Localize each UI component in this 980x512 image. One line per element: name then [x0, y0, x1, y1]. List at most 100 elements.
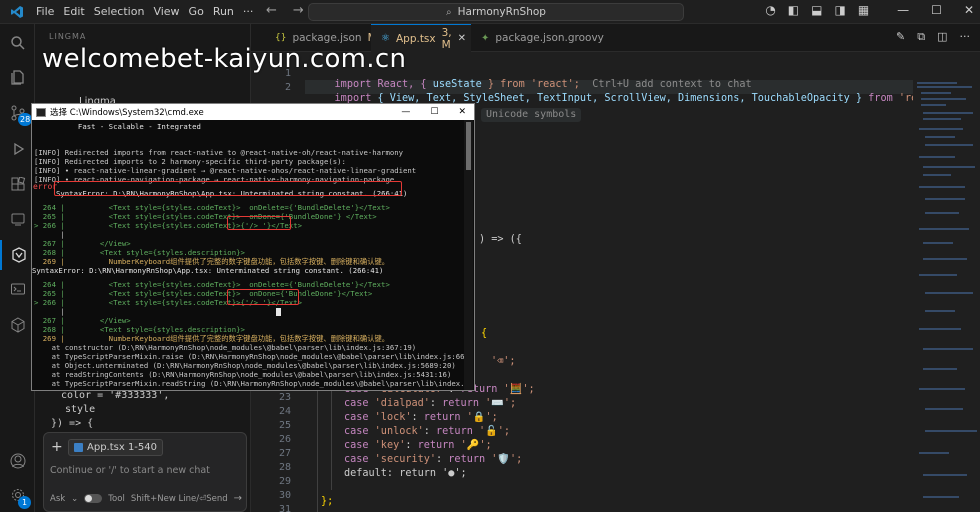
case-value: '🔒'; [466, 412, 498, 423]
title-right-actions: ◔ ◧ ⬓ ◨ ▦ — ☐ ✕ [765, 3, 974, 17]
case-value: '🔓'; [478, 426, 511, 437]
context-file-chip[interactable]: App.tsx 1-540 [68, 439, 163, 456]
send-hint: Shift+New Line/⏎Send [130, 493, 228, 504]
cmd-maximize-icon[interactable]: ☐ [430, 107, 438, 117]
cmd-title-text: 选择 C:\Windows\System32\cmd.exe [50, 108, 204, 118]
cube-extension-icon[interactable] [0, 310, 35, 340]
chevron-down-icon[interactable]: ⌄ [71, 494, 78, 504]
minimap[interactable] [913, 52, 980, 512]
case-key: 'lock' [374, 412, 412, 423]
activity-bar: 28 1 [0, 24, 35, 512]
line-number: 30 [278, 490, 291, 501]
menu-edit[interactable]: Edit [63, 5, 93, 18]
lingma-icon[interactable] [0, 240, 35, 270]
search-icon: ⌕ [446, 6, 452, 18]
code-fragment-delete: '⌫'; [491, 356, 516, 367]
compare-icon[interactable]: ⧉ [917, 30, 925, 44]
terminal-icon[interactable] [0, 274, 35, 304]
sidebar-code-line: color = '#333333', [61, 390, 170, 401]
toggle-panel-icon[interactable]: ⬓ [811, 3, 822, 17]
minimize-icon[interactable]: — [897, 3, 909, 17]
extensions-icon[interactable] [0, 170, 35, 200]
cmd-minimize-icon[interactable]: — [401, 107, 410, 117]
menu-file[interactable]: File [34, 5, 63, 18]
default-line: default: return '●'; [344, 468, 467, 479]
sidebar-code-line: style [65, 404, 96, 415]
menu-selection[interactable]: Selection [94, 5, 154, 18]
chat-input[interactable]: Continue or '/' to start a new chat [50, 465, 210, 476]
search-icon[interactable] [0, 28, 35, 58]
title-bar: File Edit Selection View Go Run ··· ← → … [0, 0, 980, 24]
copilot-icon[interactable]: ◔ [765, 3, 775, 17]
menu-more[interactable]: ··· [243, 5, 263, 18]
cmd-window[interactable]: 选择 C:\Windows\System32\cmd.exe — ☐ ✕ Fas… [31, 103, 475, 391]
cmd-line: 267 | </View> [34, 239, 131, 248]
cmd-line: SyntaxError: D:\RN\HarmonyRnShop\App.tsx… [32, 266, 384, 275]
toggle-secondary-sidebar-icon[interactable]: ◨ [834, 3, 845, 17]
text-cursor [276, 308, 281, 316]
close-tab-icon[interactable]: ✕ [458, 33, 466, 44]
editor-actions: ✎ ⧉ ◫ ··· [896, 30, 970, 44]
unicode-symbols-hint: Unicode symbols [481, 108, 582, 122]
watermark-text: welcomebet-kaiyun.com.cn [42, 44, 407, 74]
case-value: '🔑'; [460, 440, 492, 451]
tab-package-json-groovy[interactable]: ✦ package.json.groovy [471, 24, 614, 52]
cmd-output[interactable]: Fast - Scalable - Integrated [INFO] Redi… [32, 120, 464, 390]
case-line: case 'lock': return '🔒'; [344, 412, 498, 423]
sidebar-code-line: }) => { [51, 418, 94, 429]
mode-select[interactable]: Ask [50, 494, 65, 504]
tab-status: 3, M [441, 26, 452, 51]
edit-pencil-icon[interactable]: ✎ [896, 30, 905, 44]
menu-go[interactable]: Go [189, 5, 213, 18]
forward-arrow-icon[interactable]: → [293, 3, 304, 18]
cmd-line: at Object.unterminated (D:\RN\HarmonyRnS… [34, 361, 456, 370]
code-fragment-arrow: ) => ({ [479, 234, 522, 245]
cmd-scrollbar[interactable] [464, 120, 473, 390]
chat-input-box: + App.tsx 1-540 Continue or '/' to start… [43, 432, 247, 512]
cmd-line: 265 | <Text style={styles.codeText}> onD… [34, 289, 373, 298]
source-control-icon[interactable]: 28 [0, 98, 35, 128]
command-center-search[interactable]: ⌕ HarmonyRnShop [308, 3, 684, 21]
sidebar-title: LINGMA [49, 32, 87, 41]
customize-layout-icon[interactable]: ▦ [858, 3, 869, 17]
error-highlight-box [227, 216, 291, 230]
split-editor-icon[interactable]: ◫ [937, 30, 947, 44]
line-number: 2 [284, 82, 291, 93]
settings-gear-icon[interactable]: 1 [0, 480, 35, 510]
chat-footer: Ask ⌄ Tool Shift+New Line/⏎Send → [50, 493, 242, 504]
menu-run[interactable]: Run [213, 5, 243, 18]
cmd-line: 269 | NumberKeyboard组件提供了完整的数字键盘功能，包括数字按… [34, 334, 390, 343]
menu-view[interactable]: View [153, 5, 188, 18]
cmd-line: [INFO] • react-native-linear-gradient → … [34, 166, 417, 175]
add-context-icon[interactable]: + [51, 439, 63, 455]
run-debug-icon[interactable] [0, 134, 35, 164]
send-icon[interactable]: → [234, 493, 242, 504]
back-arrow-icon[interactable]: ← [266, 3, 277, 18]
case-value: '🛡️'; [491, 454, 523, 465]
case-line: case 'security': return '🛡️'; [344, 454, 523, 465]
more-actions-icon[interactable]: ··· [960, 30, 971, 44]
close-line: }; [321, 496, 334, 507]
command-center-label: HarmonyRnShop [457, 6, 546, 18]
explorer-icon[interactable] [0, 62, 35, 92]
maximize-icon[interactable]: ☐ [931, 3, 942, 17]
indent-guide [331, 382, 332, 490]
toggle-primary-sidebar-icon[interactable]: ◧ [788, 3, 799, 17]
settings-badge: 1 [18, 496, 31, 509]
case-key: 'dialpad' [374, 398, 430, 409]
cmd-line: at TypeScriptParserMixin.readString (D:\… [34, 379, 464, 388]
remote-explorer-icon[interactable] [0, 204, 35, 234]
cmd-close-icon[interactable]: ✕ [458, 107, 466, 117]
line-number: 31 [278, 504, 291, 512]
cmd-line: Fast - Scalable - Integrated [34, 122, 201, 131]
accounts-icon[interactable] [0, 446, 35, 476]
close-window-icon[interactable]: ✕ [964, 3, 974, 17]
context-file-label: App.tsx 1-540 [87, 442, 157, 453]
line-number: 23 [278, 392, 291, 403]
cmd-title-bar[interactable]: 选择 C:\Windows\System32\cmd.exe — ☐ ✕ [32, 104, 474, 120]
cmd-app-icon [36, 107, 46, 117]
cmd-line: | [34, 230, 65, 239]
tool-toggle[interactable] [84, 494, 103, 503]
file-icon [74, 443, 83, 452]
cmd-line: 268 | <Text style={styles.description}> [34, 325, 245, 334]
